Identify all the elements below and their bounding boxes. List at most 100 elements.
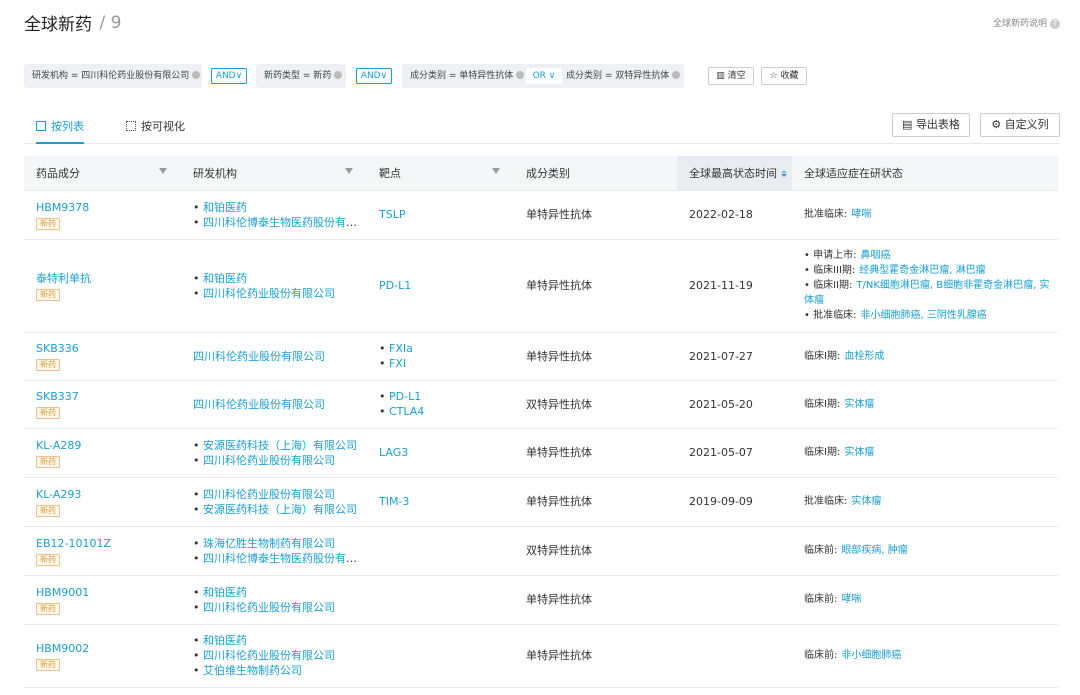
cell-category: 单特异性抗体 [514, 239, 677, 333]
status-phase: 临床前: [804, 650, 838, 661]
indication-link[interactable]: 实体瘤 [844, 447, 874, 458]
drug-name-link[interactable]: 泰特利单抗 [36, 271, 181, 286]
target-link[interactable]: FXI [389, 357, 406, 370]
indication-link[interactable]: 非小细胞肺癌 [841, 650, 901, 661]
filter-chip-category-2[interactable]: 成分类别 = 双特异性抗体 [564, 64, 684, 88]
filter-chip-type[interactable]: 新药类型 = 新药 [256, 64, 346, 88]
filter-icon[interactable] [159, 168, 167, 174]
target-link[interactable]: PD-L1 [379, 279, 411, 292]
cell-org: • 和铂医药 • 四川科伦药业股份有限公司 [181, 239, 367, 333]
target-item: PD-L1 [379, 278, 514, 293]
org-link[interactable]: 四川科伦药业股份有限公司 [203, 649, 335, 662]
table-row[interactable]: KL-A293 新药 • 四川科伦药业股份有限公司 • 安源医药科技（上海）有限公司 T… [24, 477, 1058, 527]
org-link[interactable]: 四川科伦药业股份有限公司 [203, 454, 335, 467]
indication-link[interactable]: 实体瘤 [844, 399, 874, 410]
table-row[interactable]: 泰特利单抗 新药 • 和铂医药 • 四川科伦药业股份有限公司 PD-L1 单特异性抗体 20… [24, 239, 1058, 333]
close-icon[interactable] [672, 71, 681, 79]
cell-target [367, 575, 514, 625]
star-icon: ☆ [769, 71, 781, 81]
col-header-status[interactable]: 全球适应症在研状态 [792, 156, 1058, 191]
target-link[interactable]: TIM-3 [379, 495, 409, 508]
drug-name-link[interactable]: SKB336 [36, 341, 181, 356]
close-icon[interactable] [516, 71, 525, 79]
col-header-date[interactable]: 全球最高状态时间 [677, 156, 792, 191]
operator-or[interactable]: OR ∨ [526, 68, 562, 84]
status-item: 批准临床: 实体瘤 [804, 494, 1058, 509]
drug-name-link[interactable]: EB12-10101Z [36, 536, 181, 551]
table-row[interactable]: HBM9001 新药 • 和铂医药 • 四川科伦药业股份有限公司 单特异性抗体 临床前: 哮… [24, 575, 1058, 625]
cell-status: 临床前: 非小细胞肺癌 [792, 624, 1058, 688]
indication-link[interactable]: 经典型霍奇金淋巴瘤, 淋巴瘤 [859, 265, 985, 276]
org-link[interactable]: 四川科伦药业股份有限公司 [203, 287, 335, 300]
tab-list[interactable]: 按列表 [36, 118, 84, 144]
col-header-org[interactable]: 研发机构 [181, 156, 367, 191]
cell-category: 单特异性抗体 [514, 428, 677, 478]
indication-link[interactable]: 实体瘤 [851, 496, 881, 507]
org-link[interactable]: 安源医药科技（上海）有限公司 [203, 439, 357, 452]
org-link[interactable]: 珠海亿胜生物制药有限公司 [203, 537, 335, 550]
table-row[interactable]: KL-A289 新药 • 安源医药科技（上海）有限公司 • 四川科伦药业股份有限公司 L… [24, 428, 1058, 478]
clear-button[interactable]: ▥ 清空 [708, 67, 754, 85]
table-row[interactable]: SKB337 新药 四川科伦药业股份有限公司 • PD-L1 • CTLA4 双特异性抗体… [24, 380, 1058, 429]
org-link[interactable]: 四川科伦药业股份有限公司 [193, 350, 325, 363]
org-link[interactable]: 安源医药科技（上海）有限公司 [203, 503, 357, 516]
org-link[interactable]: 四川科伦药业股份有限公司 [203, 488, 335, 501]
cell-status: • 申请上市: 鼻咽癌 • 临床III期: 经典型霍奇金淋巴瘤, 淋巴瘤 • 临床II期… [792, 239, 1058, 333]
org-link[interactable]: 四川科伦药业股份有限公司 [193, 398, 325, 411]
indication-link[interactable]: 非小细胞肺癌, 三阴性乳腺癌 [860, 310, 986, 321]
table-row[interactable]: SKB336 新药 四川科伦药业股份有限公司 • FXIa • FXI 单特异性抗体 202… [24, 332, 1058, 381]
target-link[interactable]: TSLP [379, 208, 405, 221]
col-header-target[interactable]: 靶点 [367, 156, 514, 191]
filter-chip-org[interactable]: 研发机构 = 四川科伦药业股份有限公司 [24, 64, 202, 88]
drug-name-link[interactable]: HBM9002 [36, 641, 181, 656]
drug-name-link[interactable]: HBM9001 [36, 585, 181, 600]
drug-name-link[interactable]: KL-A293 [36, 487, 181, 502]
sort-icon[interactable] [781, 170, 787, 178]
table-row[interactable]: HBM9002 新药 • 和铂医药 • 四川科伦药业股份有限公司 • 艾伯维生物制药公司… [24, 624, 1058, 688]
custom-columns-button[interactable]: ⚙ 自定义列 [980, 113, 1060, 137]
target-link[interactable]: PD-L1 [389, 390, 421, 403]
cell-status: 批准临床: 哮喘 [792, 190, 1058, 240]
org-link[interactable]: 和铂医药 [203, 201, 247, 214]
favorite-button[interactable]: ☆ 收藏 [761, 67, 807, 85]
target-link[interactable]: LAG3 [379, 446, 408, 459]
status-item: • 批准临床: 非小细胞肺癌, 三阴性乳腺癌 [804, 308, 1058, 323]
tab-visual[interactable]: 按可视化 [126, 118, 185, 144]
cell-status: 批准临床: 实体瘤 [792, 477, 1058, 527]
filter-icon[interactable] [492, 168, 500, 174]
drug-name-link[interactable]: KL-A289 [36, 438, 181, 453]
operator-and-2[interactable]: AND∨ [356, 68, 392, 84]
indication-link[interactable]: 鼻咽癌 [860, 250, 890, 261]
indication-link[interactable]: 眼部疾病, 肿瘤 [841, 545, 907, 556]
help-link[interactable]: 全球新药说明? [993, 16, 1060, 29]
close-icon[interactable] [334, 71, 343, 79]
filter-icon[interactable] [345, 168, 353, 174]
export-button[interactable]: ▤ 导出表格 [892, 113, 970, 137]
drug-name-link[interactable]: HBM9378 [36, 200, 181, 215]
target-link[interactable]: CTLA4 [389, 405, 424, 418]
org-link[interactable]: 四川科伦博泰生物医药股份有限... [203, 216, 367, 229]
drug-name-link[interactable]: SKB337 [36, 389, 181, 404]
org-link[interactable]: 四川科伦博泰生物医药股份有限... [203, 552, 367, 565]
indication-link[interactable]: 哮喘 [841, 594, 861, 605]
cell-category: 单特异性抗体 [514, 624, 677, 688]
col-header-drug[interactable]: 药品成分 [24, 156, 181, 191]
org-link[interactable]: 和铂医药 [203, 272, 247, 285]
close-icon[interactable] [192, 71, 201, 79]
indication-link[interactable]: 哮喘 [851, 209, 871, 220]
status-item: 临床前: 非小细胞肺癌 [804, 648, 1058, 663]
org-link[interactable]: 艾伯维生物制药公司 [203, 664, 302, 677]
org-link[interactable]: 四川科伦药业股份有限公司 [203, 601, 335, 614]
table-row[interactable]: HBM9378 新药 • 和铂医药 • 四川科伦博泰生物医药股份有限... TSLP 单特… [24, 190, 1058, 240]
table-row[interactable]: EB12-10101Z 新药 • 珠海亿胜生物制药有限公司 • 四川科伦博泰生物医药股… [24, 526, 1058, 576]
export-icon: ▤ [902, 118, 916, 131]
org-link[interactable]: 和铂医药 [203, 586, 247, 599]
indication-link[interactable]: 血栓形成 [844, 351, 884, 362]
target-link[interactable]: FXIa [389, 342, 413, 355]
org-link[interactable]: 和铂医药 [203, 634, 247, 647]
operator-and-1[interactable]: AND∨ [211, 68, 247, 84]
col-header-category[interactable]: 成分类别 [514, 156, 677, 191]
bullet: • [193, 664, 203, 677]
table-icon [36, 121, 46, 131]
status-phase: 临床前: [804, 545, 838, 556]
